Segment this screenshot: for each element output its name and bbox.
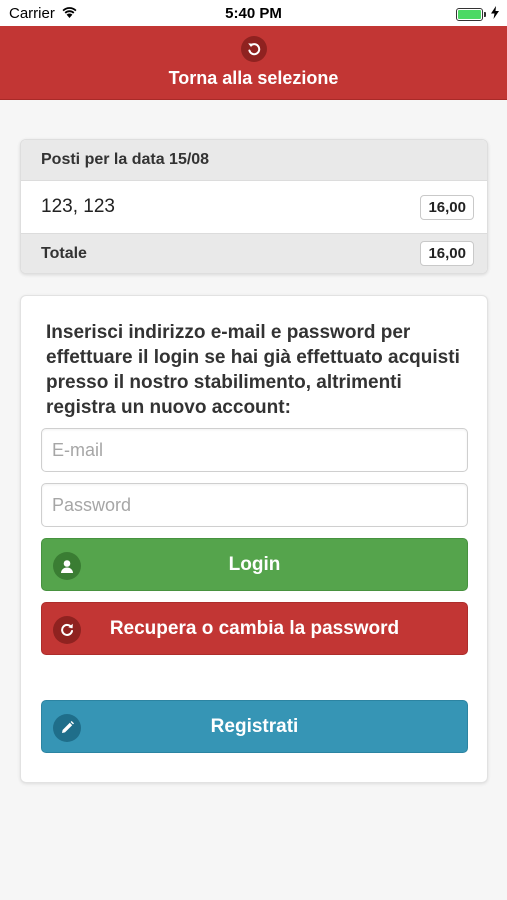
back-label: Torna alla selezione: [168, 68, 339, 88]
back-to-selection-button[interactable]: Torna alla selezione: [0, 26, 507, 100]
total-label: Totale: [41, 244, 87, 262]
summary-total: Totale 16,00: [21, 233, 487, 273]
login-card: Inserisci indirizzo e-mail e password pe…: [20, 295, 488, 783]
header-bar: Torna alla selezione: [0, 26, 507, 100]
pencil-icon: [53, 714, 81, 742]
login-label: Login: [228, 553, 281, 575]
email-input[interactable]: [41, 428, 468, 472]
recover-label: Recupera o cambia la password: [109, 617, 400, 639]
status-time: 5:40 PM: [225, 5, 282, 22]
login-instructions: Inserisci indirizzo e-mail e password pe…: [46, 322, 460, 418]
summary-title: Posti per la data 15/08: [21, 140, 487, 181]
login-button[interactable]: Login: [41, 538, 468, 591]
battery-icon: [456, 8, 486, 21]
register-label: Registrati: [210, 715, 299, 737]
refresh-icon: [53, 616, 81, 644]
undo-icon: [240, 36, 267, 62]
seats-value: 123, 123: [41, 196, 115, 217]
register-button[interactable]: Registrati: [41, 700, 468, 753]
user-icon: [53, 552, 81, 580]
status-bar: Carrier 5:40 PM: [0, 0, 507, 26]
password-input[interactable]: [41, 483, 468, 527]
total-badge: 16,00: [420, 241, 474, 266]
booking-summary: Posti per la data 15/08 123, 123 16,00 T…: [20, 139, 488, 274]
summary-row: 123, 123 16,00: [21, 181, 487, 233]
status-right: [456, 6, 499, 23]
recover-password-button[interactable]: Recupera o cambia la password: [41, 602, 468, 655]
bolt-icon: [491, 6, 499, 23]
price-badge: 16,00: [420, 194, 474, 220]
